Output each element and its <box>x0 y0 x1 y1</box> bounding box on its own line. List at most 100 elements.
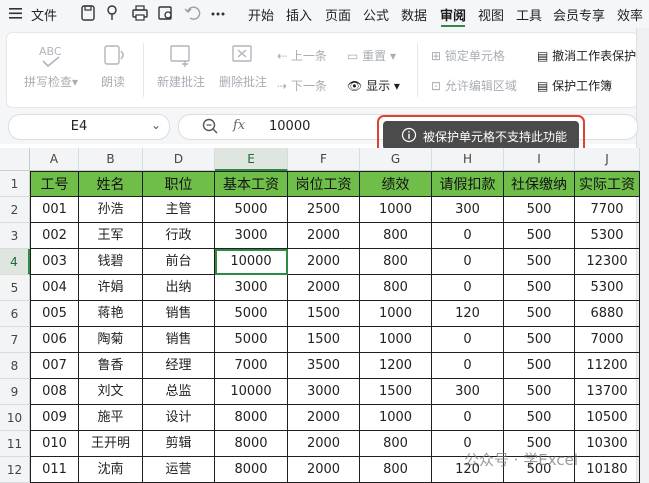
table-cell[interactable]: 1500 <box>288 327 360 353</box>
tab-view[interactable]: 视图 <box>478 5 504 24</box>
table-cell[interactable]: 500 <box>504 405 575 431</box>
table-cell[interactable]: 8000 <box>215 431 288 457</box>
select-all-corner[interactable] <box>0 148 30 171</box>
protect-workbook-button[interactable]: ▤ 保护工作簿 <box>537 77 612 94</box>
table-cell[interactable]: 0 <box>432 353 504 379</box>
column-header-f[interactable]: F <box>288 148 360 171</box>
table-cell[interactable]: 行政 <box>143 223 215 249</box>
table-cell[interactable]: 出纳 <box>143 275 215 301</box>
table-cell[interactable]: 2000 <box>288 405 360 431</box>
tab-formula[interactable]: 公式 <box>363 5 389 24</box>
table-cell[interactable]: 1500 <box>360 379 432 405</box>
column-header-j[interactable]: J <box>575 148 640 171</box>
column-header-i[interactable]: I <box>504 148 575 171</box>
table-cell[interactable]: 008 <box>30 379 79 405</box>
table-cell[interactable]: 002 <box>30 223 79 249</box>
table-cell[interactable]: 500 <box>504 223 575 249</box>
zoom-icon[interactable] <box>201 117 219 139</box>
tab-insert[interactable]: 插入 <box>286 5 312 24</box>
column-header-h[interactable]: H <box>432 148 504 171</box>
table-cell[interactable]: 009 <box>30 405 79 431</box>
table-cell[interactable]: 5000 <box>215 327 288 353</box>
table-cell[interactable]: 500 <box>504 275 575 301</box>
fx-icon[interactable]: fx <box>233 118 245 133</box>
print-icon[interactable] <box>130 3 150 23</box>
reset-button[interactable]: ▭ 重置 ▾ <box>347 47 396 64</box>
row-header-6[interactable]: 6 <box>0 301 30 327</box>
table-cell[interactable]: 2000 <box>288 457 360 483</box>
row-header-4[interactable]: 4 <box>0 249 30 275</box>
table-cell[interactable]: 2000 <box>288 431 360 457</box>
print-preview-icon[interactable] <box>156 3 176 23</box>
table-cell[interactable]: 3000 <box>288 379 360 405</box>
more-icon[interactable] <box>208 3 228 23</box>
column-header-d[interactable]: D <box>143 148 215 171</box>
save-icon[interactable] <box>78 3 98 23</box>
table-cell[interactable]: 王军 <box>79 223 143 249</box>
header-cell[interactable]: 绩效 <box>360 171 432 197</box>
table-cell[interactable]: 运营 <box>143 457 215 483</box>
chevron-down-icon[interactable]: ⌄ <box>151 118 161 132</box>
table-cell[interactable]: 12300 <box>575 249 640 275</box>
table-cell[interactable]: 1000 <box>360 197 432 223</box>
row-header-11[interactable]: 11 <box>0 431 30 457</box>
prev-comment-button[interactable]: ⇠ 上一条 <box>277 47 327 64</box>
table-cell[interactable]: 1000 <box>360 405 432 431</box>
row-header-12[interactable]: 12 <box>0 457 30 483</box>
table-cell[interactable]: 1200 <box>360 353 432 379</box>
table-cell[interactable]: 001 <box>30 197 79 223</box>
name-box[interactable]: E4 ⌄ <box>8 114 170 140</box>
header-cell[interactable]: 请假扣款 <box>432 171 504 197</box>
table-cell[interactable]: 120 <box>432 301 504 327</box>
table-cell[interactable]: 设计 <box>143 405 215 431</box>
column-header-e[interactable]: E <box>215 148 288 171</box>
table-cell[interactable]: 鲁香 <box>79 353 143 379</box>
header-cell[interactable]: 岗位工资 <box>288 171 360 197</box>
table-cell[interactable]: 011 <box>30 457 79 483</box>
row-header-3[interactable]: 3 <box>0 223 30 249</box>
row-header-10[interactable]: 10 <box>0 405 30 431</box>
table-cell[interactable]: 500 <box>504 249 575 275</box>
table-cell[interactable]: 销售 <box>143 327 215 353</box>
table-cell[interactable]: 主管 <box>143 197 215 223</box>
header-cell[interactable]: 姓名 <box>79 171 143 197</box>
column-header-g[interactable]: G <box>360 148 432 171</box>
table-cell[interactable]: 13700 <box>575 379 640 405</box>
table-cell[interactable]: 0 <box>432 223 504 249</box>
table-cell[interactable]: 2000 <box>288 223 360 249</box>
table-cell[interactable]: 500 <box>504 327 575 353</box>
table-cell[interactable]: 10500 <box>575 405 640 431</box>
table-cell[interactable]: 施平 <box>79 405 143 431</box>
table-cell[interactable]: 0 <box>432 405 504 431</box>
table-cell[interactable]: 300 <box>432 197 504 223</box>
table-cell[interactable]: 8000 <box>215 457 288 483</box>
header-cell[interactable]: 实际工资 <box>575 171 640 197</box>
allow-edit-range-button[interactable]: ⊡ 允许编辑区域 <box>431 77 517 94</box>
column-header-a[interactable]: A <box>30 148 79 171</box>
new-comment-button[interactable]: 新建批注 <box>153 41 209 90</box>
table-cell[interactable]: 6880 <box>575 301 640 327</box>
table-cell[interactable]: 1000 <box>360 301 432 327</box>
delete-comment-button[interactable]: 删除批注 <box>215 41 271 90</box>
table-cell[interactable]: 500 <box>504 197 575 223</box>
show-button[interactable]: 👁 显示 ▾ <box>347 77 400 94</box>
header-cell[interactable]: 社保缴纳 <box>504 171 575 197</box>
row-header-9[interactable]: 9 <box>0 379 30 405</box>
table-cell[interactable]: 3000 <box>215 275 288 301</box>
table-cell[interactable]: 10300 <box>575 431 640 457</box>
table-cell[interactable]: 1500 <box>288 301 360 327</box>
table-cell[interactable]: 孙浩 <box>79 197 143 223</box>
table-cell[interactable]: 前台 <box>143 249 215 275</box>
table-cell[interactable]: 刘文 <box>79 379 143 405</box>
tab-page[interactable]: 页面 <box>325 5 351 24</box>
table-cell[interactable]: 2000 <box>288 249 360 275</box>
table-cell[interactable]: 500 <box>504 301 575 327</box>
table-cell[interactable]: 许娟 <box>79 275 143 301</box>
table-cell[interactable]: 800 <box>360 249 432 275</box>
table-cell[interactable]: 500 <box>504 379 575 405</box>
table-cell[interactable]: 王开明 <box>79 431 143 457</box>
row-header-5[interactable]: 5 <box>0 275 30 301</box>
table-cell[interactable]: 7700 <box>575 197 640 223</box>
header-cell[interactable]: 职位 <box>143 171 215 197</box>
table-cell[interactable]: 总监 <box>143 379 215 405</box>
